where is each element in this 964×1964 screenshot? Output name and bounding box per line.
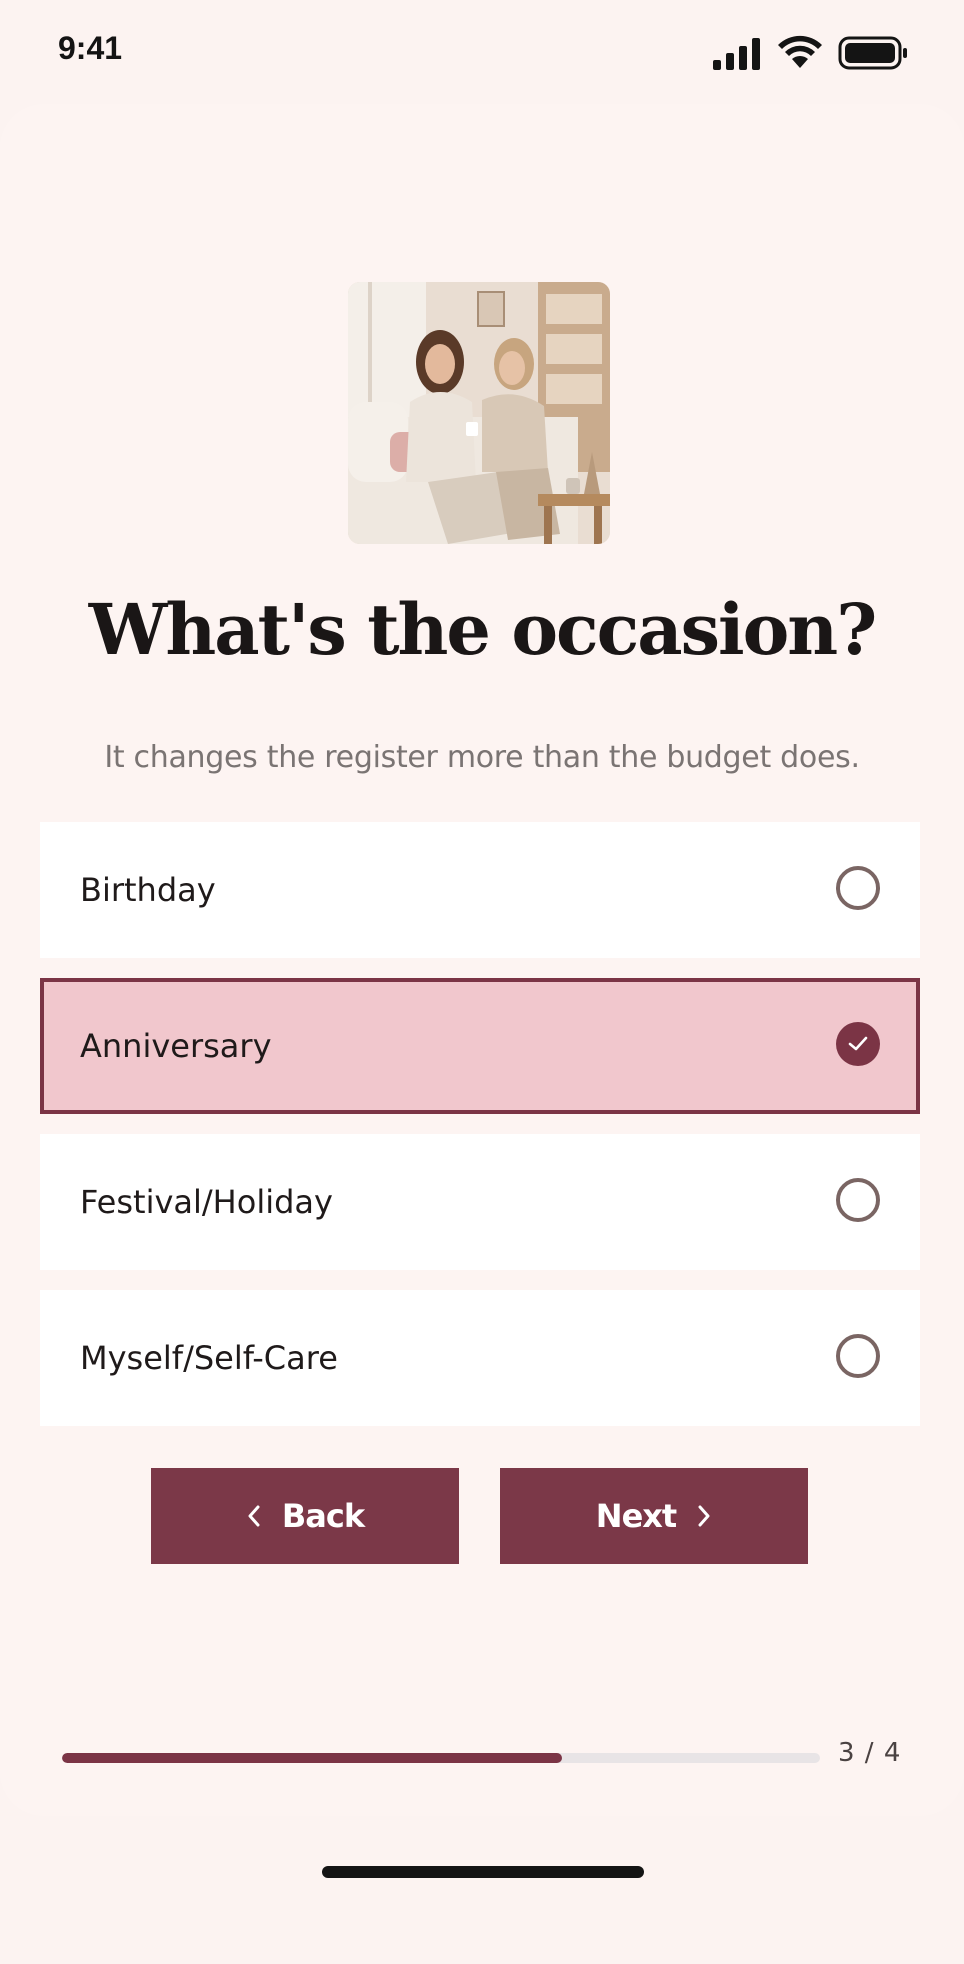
radio-unchecked-icon — [836, 1334, 880, 1378]
progress-bar — [62, 1753, 820, 1763]
page-title: What's the occasion? — [88, 588, 877, 671]
next-button[interactable]: Next — [500, 1468, 808, 1564]
battery-icon — [838, 36, 907, 70]
chevron-left-icon — [248, 1505, 260, 1527]
option-anniversary[interactable]: Anniversary — [40, 978, 920, 1114]
radio-unchecked-icon — [836, 1178, 880, 1222]
hero-image — [348, 282, 610, 544]
option-label: Birthday — [80, 871, 216, 909]
option-birthday[interactable]: Birthday — [40, 822, 920, 958]
page-subtitle: It changes the register more than the bu… — [104, 740, 860, 775]
option-label: Anniversary — [80, 1027, 272, 1065]
checkmark-icon — [848, 1036, 868, 1051]
progress-label: 3 / 4 — [838, 1738, 902, 1768]
back-button[interactable]: Back — [151, 1468, 459, 1564]
radio-unchecked-icon — [836, 866, 880, 910]
radio-checked-icon — [836, 1022, 880, 1066]
back-button-label: Back — [281, 1497, 365, 1535]
wifi-icon — [778, 35, 822, 68]
option-myself-self-care[interactable]: Myself/Self-Care — [40, 1290, 920, 1426]
status-time: 9:41 — [58, 30, 123, 66]
option-label: Myself/Self-Care — [80, 1339, 338, 1377]
option-label: Festival/Holiday — [80, 1183, 333, 1221]
onboarding-card: What's the occasion? It changes the regi… — [0, 104, 964, 1816]
chevron-right-icon — [698, 1505, 710, 1527]
signal-icon — [713, 38, 760, 70]
progress-fill — [62, 1753, 563, 1763]
option-festival-holiday[interactable]: Festival/Holiday — [40, 1134, 920, 1270]
next-button-label: Next — [595, 1497, 677, 1535]
status-bar: 9:41 — [0, 0, 964, 106]
home-indicator — [322, 1866, 644, 1878]
